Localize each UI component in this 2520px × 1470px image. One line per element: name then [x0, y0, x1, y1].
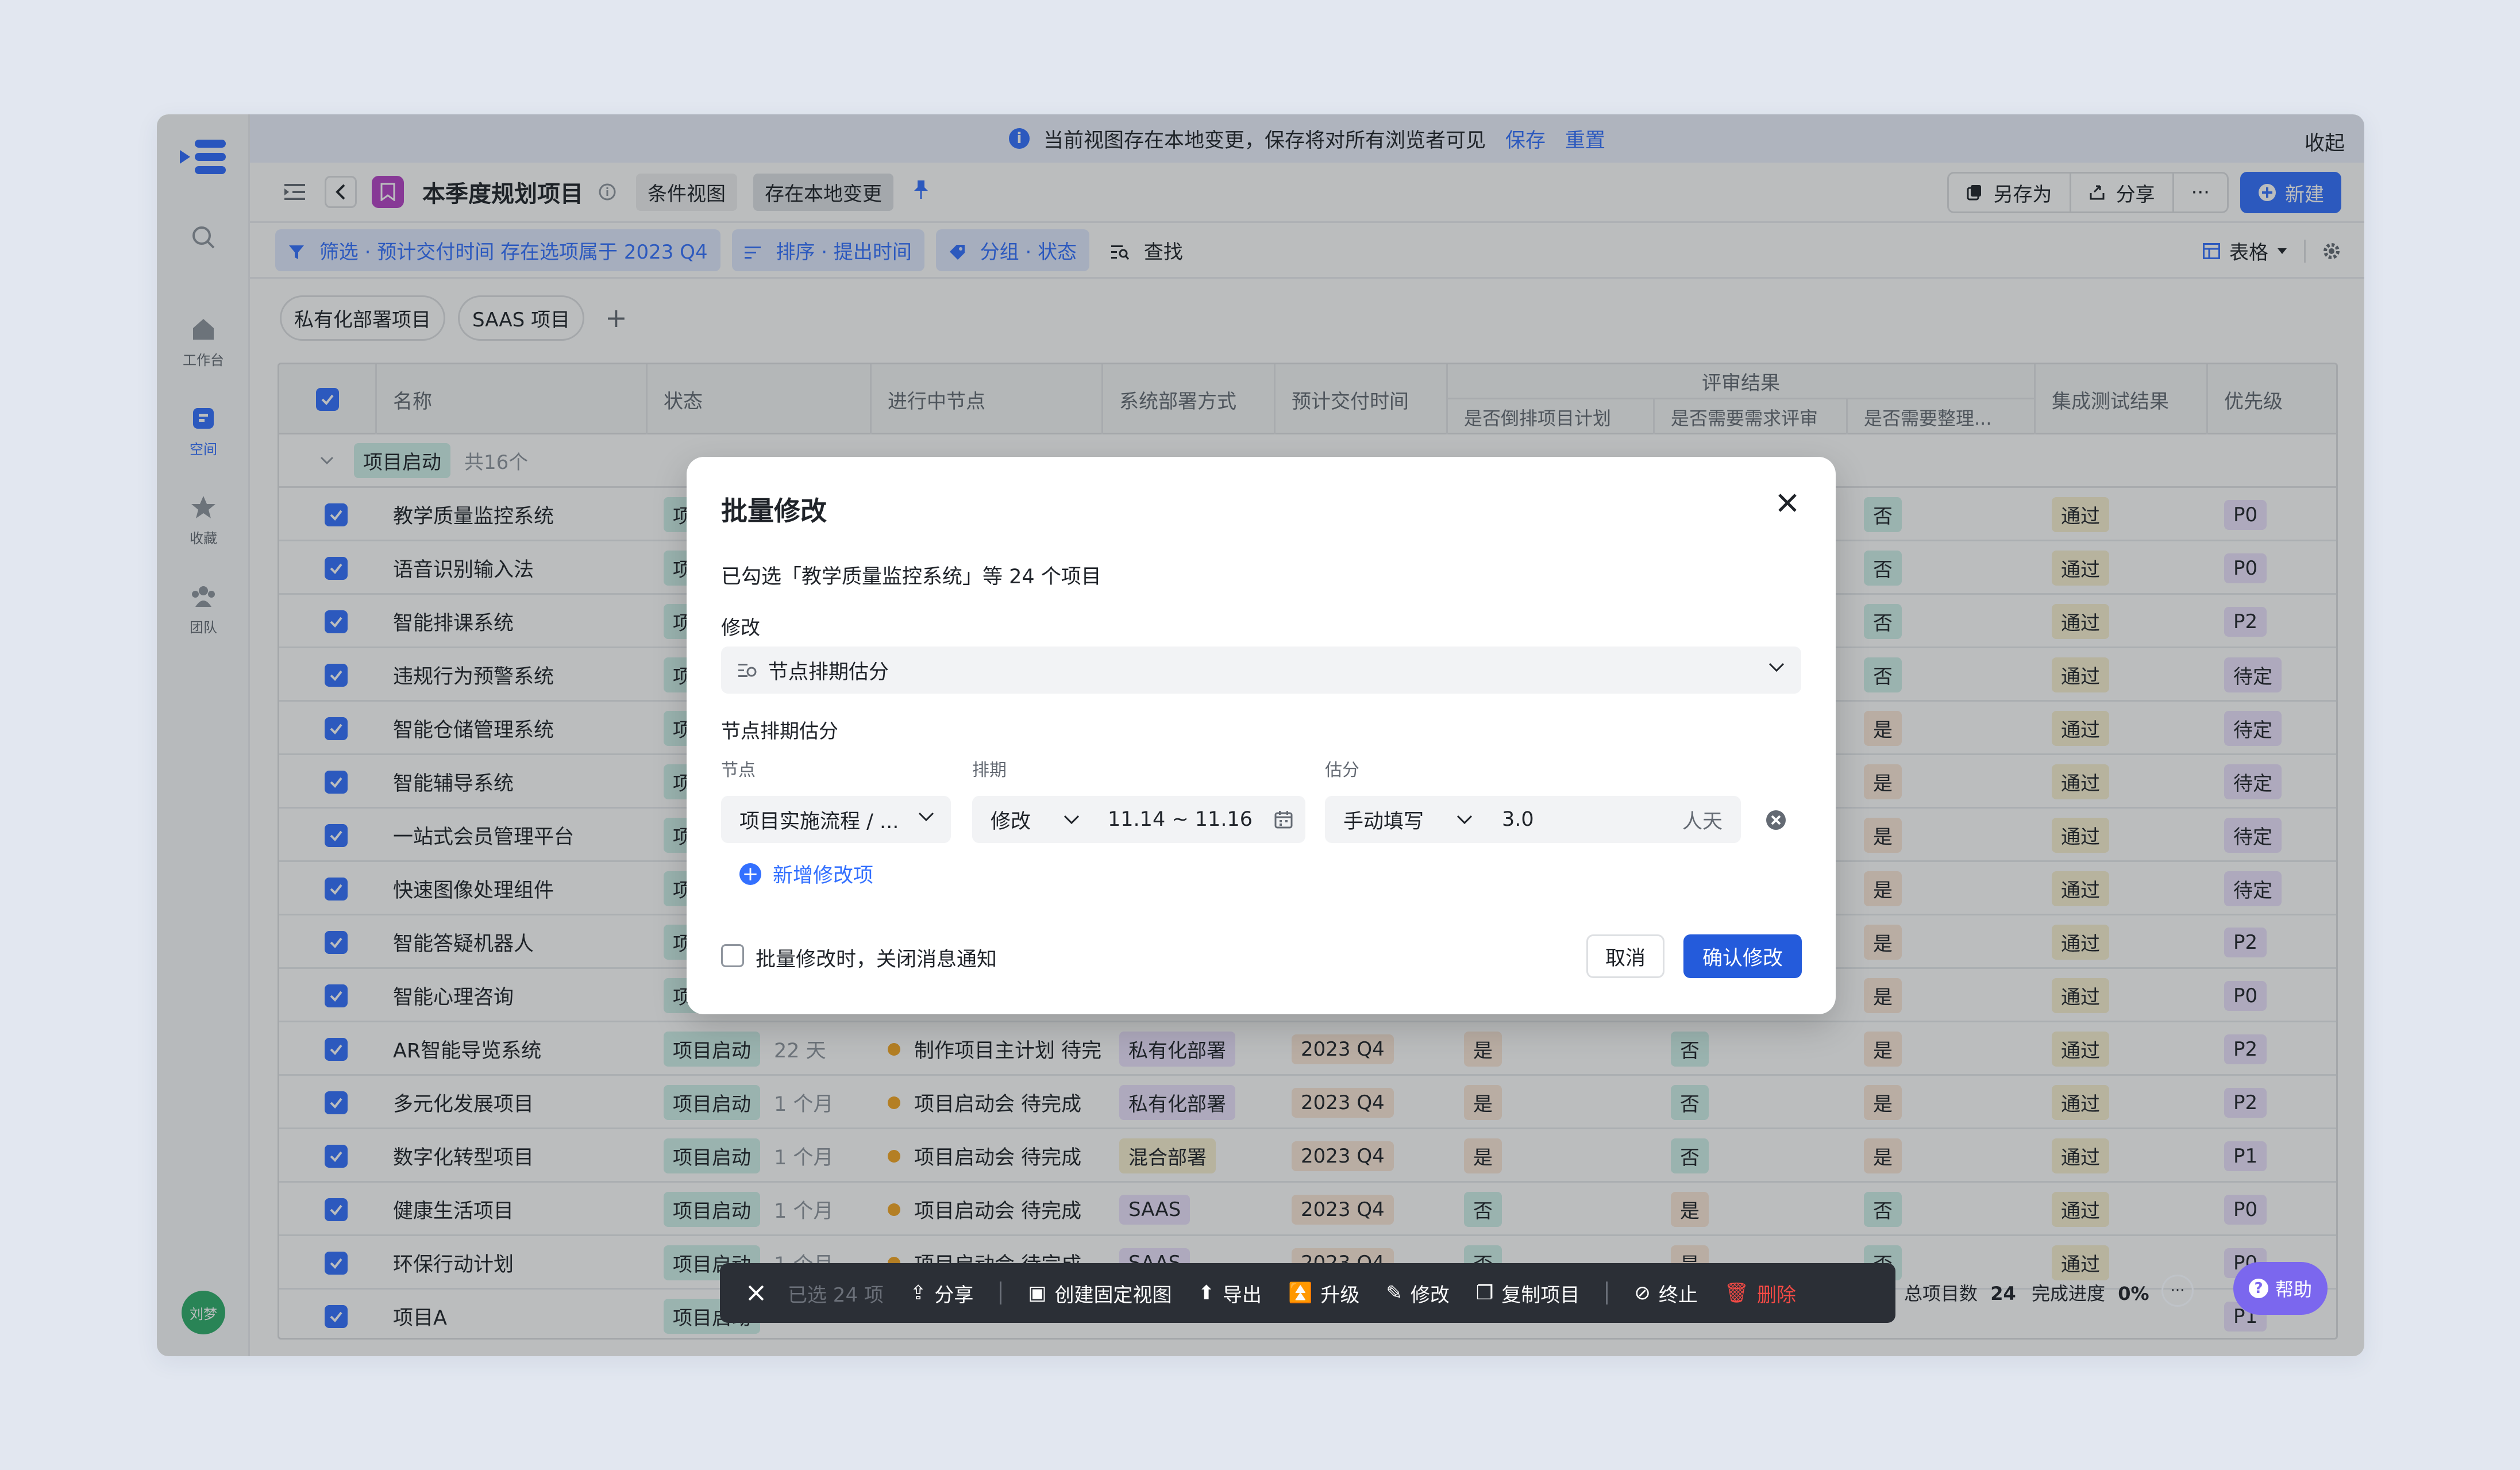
col-estimate-label: 估分 [1325, 760, 1359, 780]
help-button[interactable]: ? 帮助 [2233, 1262, 2328, 1315]
chevron-down-icon[interactable] [1063, 814, 1080, 825]
plus-circle-icon: + [739, 863, 761, 886]
schedule-field: 修改 11.14 ~ 11.16 [972, 796, 1305, 843]
ban-icon: ⊘ [1634, 1282, 1651, 1304]
schedule-range-input[interactable]: 11.14 ~ 11.16 [1108, 808, 1253, 831]
trash-icon: 🗑 [1724, 1282, 1750, 1304]
batch-action-bar: 已选 24 项 ⇪ 分享 ▣ 创建固定视图 ⬆ 导出 ⏫ 升级 ✎ 修改 ❐ 复制项目 ⊘ 终… [720, 1263, 1895, 1323]
selected-count: 已选 24 项 [788, 1283, 884, 1307]
total-count-label: 总项目数 24 [1904, 1283, 2016, 1304]
create-fixed-view-button[interactable]: ▣ 创建固定视图 [1028, 1279, 1172, 1307]
dialog-title: 批量修改 [721, 495, 827, 526]
schedule-mode-select[interactable]: 修改 [991, 805, 1031, 834]
remove-row-icon[interactable] [1766, 810, 1786, 830]
share-icon: ⇪ [910, 1282, 927, 1304]
section-label: 节点排期估分 [721, 720, 838, 743]
clear-selection-button[interactable] [747, 1284, 765, 1302]
estimate-value-input[interactable]: 3.0 [1502, 808, 1534, 831]
col-node-label: 节点 [721, 760, 756, 780]
add-modify-item-link[interactable]: + 新增修改项 [739, 859, 873, 888]
copy-icon: ❐ [1475, 1282, 1494, 1304]
divider [1606, 1282, 1608, 1304]
stats-more-button[interactable]: ··· [2161, 1275, 2194, 1307]
save-icon: ▣ [1028, 1282, 1047, 1304]
node-select[interactable]: 项目实施流程 / ... [721, 796, 951, 843]
disable-notify-label: 批量修改时，关闭消息通知 [756, 948, 997, 971]
pencil-icon: ✎ [1386, 1282, 1402, 1304]
chevron-down-icon [918, 812, 934, 822]
close-icon [748, 1285, 764, 1301]
progress-value: 0% [2118, 1283, 2149, 1304]
col-schedule-label: 排期 [972, 760, 1007, 780]
copy-project-button[interactable]: ❐ 复制项目 [1476, 1279, 1579, 1307]
disable-notify-checkbox[interactable] [721, 944, 744, 967]
export-icon: ⬆ [1198, 1282, 1215, 1304]
cancel-button[interactable]: 取消 [1586, 934, 1664, 978]
modify-label: 修改 [721, 617, 760, 640]
upgrade-button[interactable]: ⏫ 升级 [1288, 1279, 1359, 1307]
estimate-unit: 人天 [1682, 810, 1723, 833]
chevron-down-icon [1768, 663, 1785, 672]
delete-button[interactable]: 🗑 删除 [1724, 1279, 1796, 1307]
export-button[interactable]: ⬆ 导出 [1199, 1279, 1262, 1307]
modify-field-select[interactable]: 节点排期估分 [721, 647, 1801, 694]
selected-summary: 已勾选「教学质量监控系统」等 24 个项目 [721, 565, 1101, 588]
total-count-value: 24 [1990, 1283, 2016, 1304]
upgrade-icon: ⏫ [1288, 1282, 1313, 1304]
divider [1000, 1282, 1002, 1304]
estimate-field: 手动填写 3.0 人天 [1325, 796, 1741, 843]
chevron-down-icon[interactable] [1456, 814, 1473, 825]
estimate-mode-select[interactable]: 手动填写 [1343, 805, 1424, 834]
help-icon: ? [2248, 1279, 2268, 1298]
batch-edit-dialog: 批量修改 已勾选「教学质量监控系统」等 24 个项目 修改 节点排期估分 节点排… [687, 457, 1836, 1014]
progress-label: 完成进度 0% [2032, 1283, 2149, 1304]
edit-button[interactable]: ✎ 修改 [1386, 1279, 1450, 1307]
calendar-icon[interactable] [1274, 810, 1293, 829]
schedule-field-icon [738, 664, 757, 677]
confirm-button[interactable]: 确认修改 [1683, 934, 1802, 978]
close-icon[interactable] [1777, 492, 1798, 513]
bar-share-button[interactable]: ⇪ 分享 [910, 1279, 974, 1307]
terminate-button[interactable]: ⊘ 终止 [1634, 1279, 1698, 1307]
